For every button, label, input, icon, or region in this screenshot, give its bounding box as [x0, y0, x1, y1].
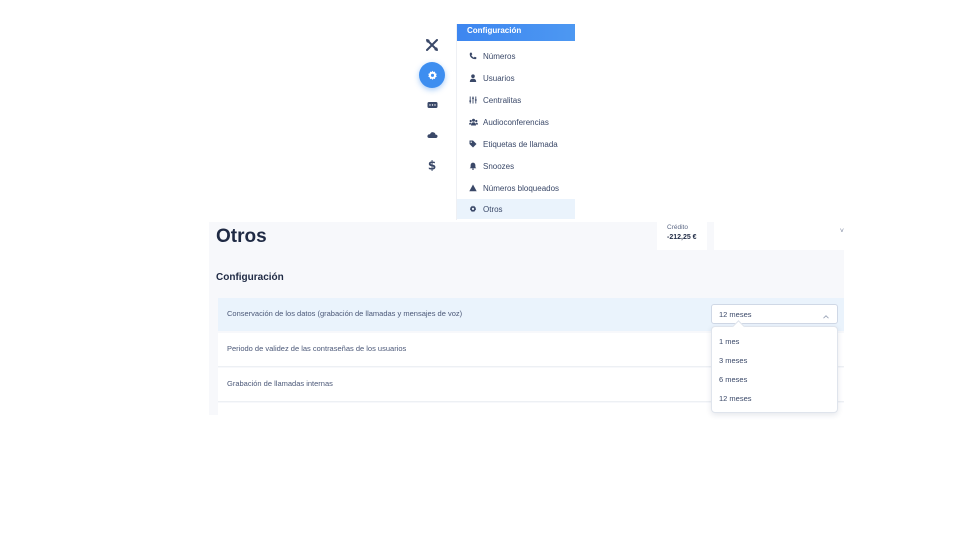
menu-item-otros[interactable]: Otros: [457, 199, 575, 219]
credit-card: Crédito -212,25 €: [657, 222, 707, 250]
dropdown-option[interactable]: 12 meses: [719, 394, 752, 403]
gear-icon[interactable]: [419, 62, 445, 88]
warning-icon: [468, 183, 478, 193]
menu-item-label: Usuarios: [483, 73, 515, 83]
chevron-up-icon: [821, 309, 831, 319]
menu-header: Configuración: [457, 24, 575, 41]
dropdown-option[interactable]: 1 mes: [719, 337, 739, 346]
menu-item-label: Otros: [483, 204, 503, 214]
gear-icon: [468, 204, 478, 214]
tools-icon[interactable]: [421, 34, 443, 56]
chevron-down-icon[interactable]: ˅: [840, 228, 844, 235]
icon-rail: $: [421, 24, 455, 220]
menu-item-numeros-bloqueados[interactable]: Números bloqueados: [457, 178, 575, 198]
account-card[interactable]: ˅: [714, 222, 844, 250]
cloud-icon[interactable]: [421, 124, 443, 146]
menu-item-label: Números: [483, 51, 516, 61]
config-menu: Configuración Números Usuarios Centralit…: [456, 24, 575, 220]
setting-label: Grabación de llamadas internas: [227, 379, 333, 388]
user-icon: [468, 73, 478, 83]
retention-select[interactable]: 12 meses: [711, 304, 838, 324]
menu-item-snoozes[interactable]: Snoozes: [457, 156, 575, 176]
page-title: Otros: [216, 226, 267, 247]
menu-item-usuarios[interactable]: Usuarios: [457, 68, 575, 88]
bell-icon: [468, 161, 478, 171]
select-value: 12 meses: [719, 310, 752, 319]
menu-item-label: Snoozes: [483, 161, 515, 171]
svg-text:$: $: [428, 159, 436, 171]
menu-item-audioconferencias[interactable]: Audioconferencias: [457, 112, 575, 132]
section-title: Configuración: [216, 272, 284, 283]
credit-value: -212,25 €: [667, 234, 697, 241]
phone-icon: [468, 51, 478, 61]
menu-item-centralitas[interactable]: Centralitas: [457, 90, 575, 110]
users-icon: [468, 117, 478, 127]
menu-item-label: Números bloqueados: [483, 183, 560, 193]
menu-item-label: Audioconferencias: [483, 117, 549, 127]
credit-label: Crédito: [667, 224, 688, 231]
retention-dropdown: 1 mes 3 meses 6 meses 12 meses: [711, 320, 838, 413]
setting-label: Periodo de validez de las contraseñas de…: [227, 344, 407, 353]
dollar-icon[interactable]: $: [421, 154, 443, 176]
sliders-icon: [468, 95, 478, 105]
dropdown-option[interactable]: 3 meses: [719, 356, 747, 365]
menu-item-label: Etiquetas de llamada: [483, 139, 558, 149]
message-icon[interactable]: [421, 94, 443, 116]
tag-icon: [468, 139, 478, 149]
menu-item-label: Centralitas: [483, 95, 522, 105]
dropdown-option[interactable]: 6 meses: [719, 375, 747, 384]
setting-label: Conservación de los datos (grabación de …: [227, 309, 463, 318]
menu-item-etiquetas[interactable]: Etiquetas de llamada: [457, 134, 575, 154]
menu-item-numeros[interactable]: Números: [457, 46, 575, 66]
